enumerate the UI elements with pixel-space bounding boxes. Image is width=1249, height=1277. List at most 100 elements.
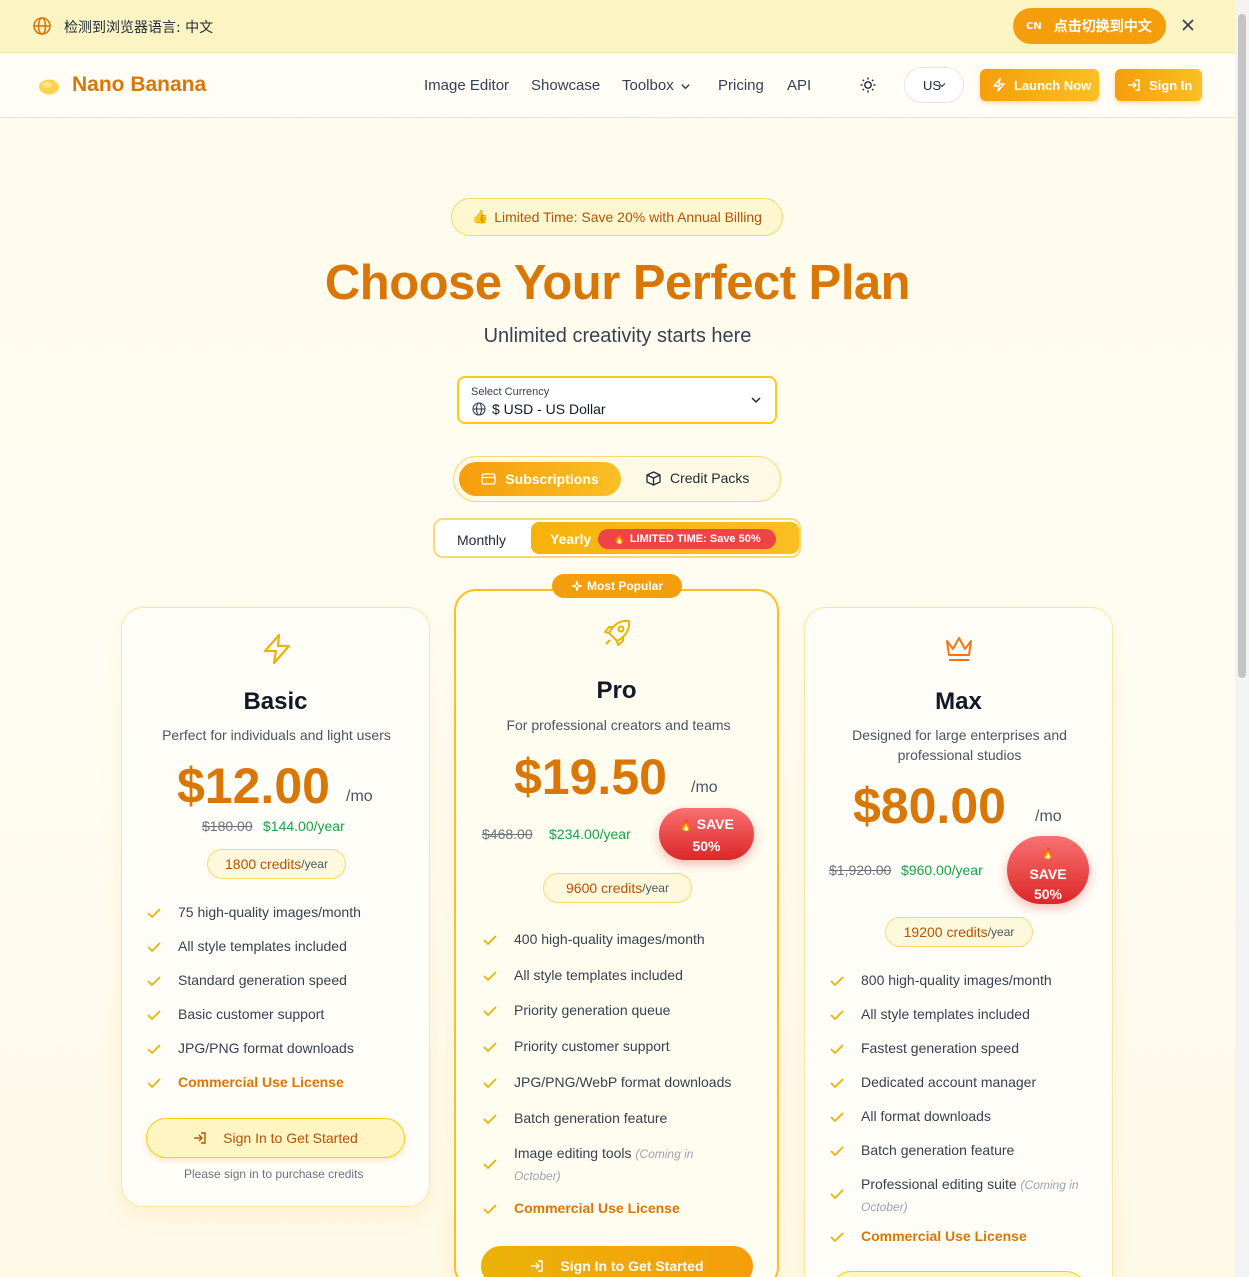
- feature-text: 75 high-quality images/month: [178, 904, 361, 920]
- plan-description: Designed for large enterprises and profes…: [805, 725, 1114, 765]
- feature-item: Priority customer support: [483, 1036, 670, 1057]
- check-icon: [147, 1078, 161, 1089]
- credits-unit: /year: [987, 925, 1015, 939]
- plan-card-pro: Pro For professional creators and teams …: [454, 589, 779, 1277]
- save-percent: 50%: [692, 838, 721, 854]
- yearly-price: $234.00/year: [549, 826, 631, 842]
- page-scrollbar[interactable]: [1235, 0, 1249, 1277]
- credits-badge: 19200 credits/year: [885, 917, 1033, 947]
- sun-icon[interactable]: [859, 76, 877, 94]
- basic-sign-in-button[interactable]: Sign In to Get Started: [146, 1118, 405, 1158]
- check-icon: [483, 935, 497, 946]
- plan-price: $80.00: [853, 778, 1006, 834]
- chevron-down-icon[interactable]: [680, 81, 691, 92]
- feature-item: JPG/PNG/WebP format downloads: [483, 1072, 732, 1093]
- save-text: SAVE: [1029, 866, 1067, 882]
- feature-text: JPG/PNG format downloads: [178, 1040, 354, 1056]
- original-price: $468.00: [482, 826, 533, 842]
- fire-icon: 🔥: [1041, 848, 1055, 860]
- feature-text: 400 high-quality images/month: [514, 931, 705, 947]
- plan-price-period: /mo: [1035, 808, 1062, 825]
- nav-api[interactable]: API: [787, 77, 811, 94]
- nav-showcase[interactable]: Showcase: [531, 77, 600, 94]
- sign-in-note: Please sign in to purchase credits: [184, 1167, 364, 1181]
- billing-yearly-option[interactable]: Yearly 🔥 LIMITED TIME: Save 50%: [531, 522, 799, 554]
- plan-price-period: /mo: [691, 779, 718, 796]
- banana-logo-icon[interactable]: [38, 76, 60, 96]
- billing-yearly-label: Yearly: [550, 531, 592, 547]
- cta-label: Sign In to Get Started: [560, 1258, 704, 1274]
- feature-item-commercial: Commercial Use License: [483, 1198, 680, 1219]
- yearly-discount-label: LIMITED TIME: Save 50%: [629, 533, 761, 545]
- pro-sign-in-button[interactable]: Sign In to Get Started: [481, 1246, 753, 1277]
- feature-item: Priority generation queue: [483, 1000, 671, 1021]
- check-icon: [147, 942, 161, 953]
- feature-text: Batch generation feature: [861, 1142, 1015, 1158]
- nav-image-editor[interactable]: Image Editor: [424, 77, 509, 94]
- rocket-icon: [604, 619, 631, 646]
- tab-subscriptions-label: Subscriptions: [505, 471, 599, 487]
- feature-text: Commercial Use License: [514, 1200, 680, 1216]
- globe-icon: [33, 17, 51, 35]
- tab-credit-packs[interactable]: Credit Packs: [646, 470, 749, 486]
- save-text: SAVE: [696, 816, 734, 832]
- check-icon: [483, 1159, 497, 1170]
- feature-item: All style templates included: [830, 1004, 1030, 1025]
- billing-monthly-option[interactable]: Monthly: [457, 532, 506, 548]
- plan-card-basic: Basic Perfect for individuals and light …: [121, 607, 430, 1207]
- feature-item: Professional editing suite (Coming in Oct…: [830, 1174, 1091, 1218]
- fire-icon: 🔥: [679, 820, 693, 832]
- plan-description-line: Designed for large enterprises and: [852, 727, 1067, 743]
- yearly-price: $960.00/year: [901, 862, 983, 878]
- package-icon: [646, 470, 661, 486]
- yearly-discount-badge: 🔥 LIMITED TIME: Save 50%: [598, 529, 776, 549]
- plan-price-period: /mo: [346, 788, 373, 805]
- feature-item: Image editing tools (Coming in October): [483, 1143, 734, 1187]
- currency-select[interactable]: Select Currency $ USD - US Dollar: [457, 376, 777, 424]
- feature-text: Priority generation queue: [514, 1002, 671, 1018]
- feature-text: All style templates included: [514, 967, 683, 983]
- page-title: Choose Your Perfect Plan: [324, 256, 911, 310]
- check-icon: [830, 1146, 844, 1157]
- credits-unit: /year: [642, 881, 669, 895]
- tab-credit-packs-label: Credit Packs: [670, 470, 750, 486]
- close-icon[interactable]: [1180, 17, 1196, 33]
- lightning-icon: [263, 633, 291, 665]
- plan-description: Perfect for individuals and light users: [162, 727, 391, 743]
- feature-text: Dedicated account manager: [861, 1074, 1037, 1090]
- check-icon: [147, 1010, 161, 1021]
- thumbs-up-icon: 👍: [472, 209, 489, 224]
- save-badge: 🔥 SAVE 50%: [1007, 836, 1089, 904]
- plan-description-line: professional studios: [897, 747, 1022, 763]
- sign-in-button[interactable]: Sign In: [1115, 69, 1202, 101]
- tab-subscriptions[interactable]: Subscriptions: [459, 462, 621, 496]
- feature-text: JPG/PNG/WebP format downloads: [514, 1074, 732, 1090]
- brand-name[interactable]: Nano Banana: [72, 73, 206, 97]
- feature-item: All style templates included: [483, 965, 683, 986]
- feature-text: Commercial Use License: [861, 1228, 1027, 1244]
- feature-text: All style templates included: [861, 1006, 1030, 1022]
- launch-now-button[interactable]: Launch Now: [980, 69, 1099, 101]
- page-subtitle: Unlimited creativity starts here: [483, 325, 752, 347]
- feature-text: All format downloads: [861, 1108, 991, 1124]
- crown-icon: [946, 637, 972, 661]
- chevron-down-icon: [938, 83, 946, 88]
- fire-icon: 🔥: [613, 533, 626, 545]
- nav-pricing[interactable]: Pricing: [718, 77, 764, 94]
- original-price: $1,920.00: [829, 862, 892, 878]
- coming-soon-note: October): [861, 1200, 908, 1214]
- feature-text: Fastest generation speed: [861, 1040, 1019, 1056]
- check-icon: [830, 1232, 844, 1243]
- language-select[interactable]: US: [904, 67, 964, 103]
- max-sign-in-button[interactable]: [831, 1271, 1086, 1277]
- scrollbar-thumb[interactable]: [1238, 14, 1246, 678]
- billing-period-toggle: Monthly Yearly 🔥 LIMITED TIME: Save 50%: [433, 518, 801, 558]
- check-icon: [830, 1044, 844, 1055]
- original-price: $180.00: [202, 818, 253, 834]
- save-percent: 50%: [1033, 886, 1063, 902]
- credits-amount: 1800 credits: [225, 856, 302, 872]
- nav-toolbox[interactable]: Toolbox: [622, 77, 674, 94]
- switch-language-button[interactable]: CN 点击切换到中文: [1013, 8, 1166, 44]
- feature-item: 800 high-quality images/month: [830, 970, 1052, 991]
- plan-name: Pro: [596, 677, 637, 704]
